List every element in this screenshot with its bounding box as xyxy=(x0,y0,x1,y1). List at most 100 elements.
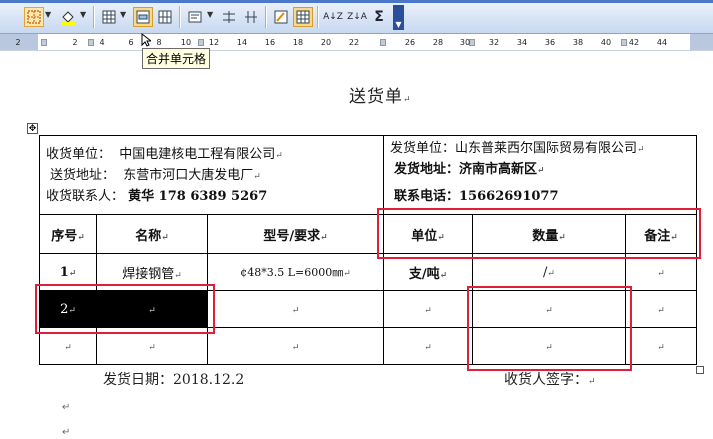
ruler-column-marker-icon[interactable] xyxy=(88,39,94,46)
paragraph-mark: ↵ xyxy=(657,342,665,353)
sender-address-line: 发货地址：济南市高新区↵ xyxy=(390,159,696,180)
table-grid-icon[interactable] xyxy=(99,7,119,27)
paragraph-mark: ↵ xyxy=(291,342,300,353)
sender-address-label: 发货地址： xyxy=(394,162,460,177)
fill-color-icon[interactable] xyxy=(58,7,78,27)
align-icon[interactable] xyxy=(185,7,205,27)
receiver-unit-line: 收货单位： 中国电建核电工程有限公司↵ xyxy=(46,144,383,165)
receiver-address-value: 东营市河口大唐发电厂 xyxy=(123,168,254,183)
title-bar-edge xyxy=(0,0,713,3)
paragraph-mark: ↵ xyxy=(588,377,596,387)
align-dropdown-arrow-icon[interactable]: ▼ xyxy=(207,10,213,19)
ruler-column-marker-icon[interactable] xyxy=(380,39,386,46)
paragraph-mark: ↵ xyxy=(424,342,432,353)
signature-line: 收货人签字：↵ xyxy=(504,369,596,389)
table-cell[interactable]: ↵ xyxy=(625,327,697,365)
paragraph-mark: ↵ xyxy=(64,342,72,353)
paragraph-mark: ↵ xyxy=(320,232,328,243)
paragraph-mark: ↵ xyxy=(161,232,169,243)
paragraph-mark: ↵ xyxy=(547,268,555,279)
title-text: 送货单 xyxy=(349,87,403,107)
ruler-tick: 22 xyxy=(348,38,360,47)
column-header[interactable]: 名称↵ xyxy=(96,214,208,254)
ruler-tick: 16 xyxy=(264,38,276,47)
column-header[interactable]: 型号/要求↵ xyxy=(207,214,384,254)
ship-date: 发货日期：2018.12.2 xyxy=(103,369,244,389)
receiver-unit-value: 中国电建核电工程有限公司 xyxy=(119,147,276,162)
page-title: 送货单↵ xyxy=(349,82,412,107)
merge-cells-icon[interactable] xyxy=(133,7,153,27)
sort-asc-icon[interactable]: A↓Z xyxy=(322,7,344,27)
paragraph-mark: ↵ xyxy=(291,305,300,316)
receiver-info-cell[interactable]: 收货单位： 中国电建核电工程有限公司↵ 送货地址： 东营市河口大唐发电厂↵ 收货… xyxy=(39,135,384,215)
border-dropdown-arrow-icon[interactable]: ▼ xyxy=(45,10,51,19)
toolbar-overflow-chevron-icon[interactable]: ▼ xyxy=(393,5,404,30)
autoformat-icon[interactable] xyxy=(271,7,291,27)
table-cell[interactable]: ¢48*3.5 L=6000㎜↵ xyxy=(207,253,384,291)
sender-phone-label: 联系电话： xyxy=(394,189,460,204)
table-move-handle-icon[interactable]: ✥ xyxy=(27,123,38,134)
ruler-tick: 38 xyxy=(572,38,584,47)
ship-date-label: 发货日期： xyxy=(103,372,173,388)
paragraph-mark: ↵ xyxy=(537,166,545,176)
table-cell[interactable]: /↵ xyxy=(472,253,626,291)
ruler-indent-marker-icon[interactable] xyxy=(41,39,47,46)
distribute-cols-icon[interactable] xyxy=(241,7,261,27)
column-header[interactable]: 序号↵ xyxy=(39,214,97,254)
horizontal-ruler[interactable]: 2 2 4 6 8 10 12 14 16 18 20 22 26 28 30 … xyxy=(0,34,713,51)
grid-dropdown-arrow-icon[interactable]: ▼ xyxy=(120,10,126,19)
ruler-tick: 2 xyxy=(72,38,78,47)
ruler-column-marker-icon[interactable] xyxy=(621,39,627,46)
paragraph-mark: ↵ xyxy=(657,268,665,279)
sort-asc-label: A↓Z xyxy=(323,12,343,22)
ruler-tick: 36 xyxy=(544,38,556,47)
border-icon[interactable] xyxy=(24,7,44,27)
table-cell[interactable]: ↵ xyxy=(625,253,697,291)
table-cell[interactable]: ↵ xyxy=(383,290,473,328)
ruler-tick: 26 xyxy=(404,38,416,47)
table-cell[interactable]: ↵ xyxy=(207,290,384,328)
split-cells-icon[interactable] xyxy=(155,7,175,27)
sender-unit-value: 山东普莱西尔国际贸易有限公司 xyxy=(455,141,638,156)
sender-info-cell[interactable]: 发货单位：山东普莱西尔国际贸易有限公司↵ 发货地址：济南市高新区↵ 联系电话：1… xyxy=(383,135,697,215)
ruler-tick: 2 xyxy=(15,38,21,47)
sender-phone-value: 15662691077 xyxy=(459,189,559,204)
cell-text: 支/吨 xyxy=(408,266,440,282)
autosum-label: Σ xyxy=(374,9,384,25)
column-header-label: 名称 xyxy=(135,228,162,244)
ruler-tick: 4 xyxy=(99,38,105,47)
paragraph-mark: ↵ xyxy=(637,145,645,155)
cell-text: 1 xyxy=(59,264,69,280)
toolbar-separator xyxy=(179,6,181,28)
mouse-cursor-icon xyxy=(141,33,151,47)
show-gridlines-icon[interactable] xyxy=(293,7,313,27)
table-cell[interactable]: 支/吨↵ xyxy=(383,253,473,291)
paragraph-mark: ↵ xyxy=(62,427,71,438)
autosum-icon[interactable]: Σ xyxy=(369,7,389,27)
ruler-tick: 44 xyxy=(656,38,668,47)
table-cell[interactable]: ↵ xyxy=(207,327,384,365)
table-cell[interactable]: ↵ xyxy=(383,327,473,365)
paragraph-mark: ↵ xyxy=(343,269,351,279)
sender-phone-line: 联系电话：15662691077 xyxy=(390,186,696,207)
sort-desc-icon[interactable]: Z↓A xyxy=(346,7,368,27)
column-header-label: 型号/要求 xyxy=(263,228,321,244)
ruler-column-marker-icon[interactable] xyxy=(198,39,204,46)
ruler-tick: 20 xyxy=(320,38,332,47)
table-cell[interactable]: ↵ xyxy=(625,290,697,328)
fill-dropdown-arrow-icon[interactable]: ▼ xyxy=(80,10,86,19)
receiver-contact-label: 收货联系人： xyxy=(46,189,125,204)
ruler-tick: 14 xyxy=(236,38,248,47)
column-header-label: 序号 xyxy=(51,228,78,244)
paragraph-mark: ↵ xyxy=(68,268,77,279)
ruler-right-margin xyxy=(690,34,713,50)
tooltip: 合并单元格 xyxy=(142,48,211,69)
cell-text: 焊接钢管 xyxy=(122,266,175,282)
ruler-tick: 28 xyxy=(432,38,444,47)
paragraph-mark: ↵ xyxy=(77,232,85,243)
table-resize-handle-icon[interactable] xyxy=(696,366,704,374)
distribute-rows-icon[interactable] xyxy=(219,7,239,27)
ruler-tick: 40 xyxy=(600,38,612,47)
paragraph-mark: ↵ xyxy=(253,172,261,182)
receiver-address-line: 送货地址： 东营市河口大唐发电厂↵ xyxy=(46,165,383,186)
